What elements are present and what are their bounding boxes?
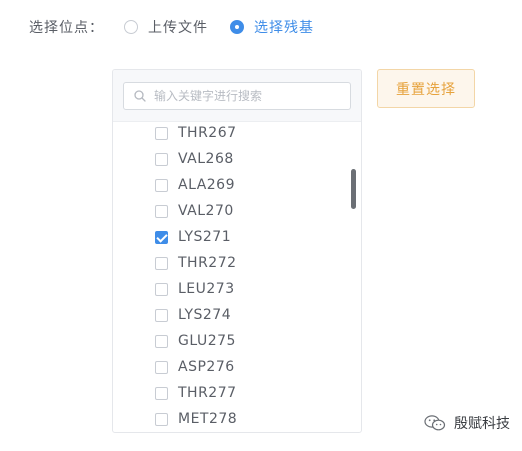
residue-label: LYS271 <box>178 229 232 245</box>
list-item[interactable]: VAL268 <box>113 146 343 172</box>
residue-label: GLU275 <box>178 333 236 349</box>
list-item[interactable]: ALA269 <box>113 172 343 198</box>
list-item[interactable]: MET278 <box>113 406 343 432</box>
list-item[interactable]: ASP276 <box>113 354 343 380</box>
residue-label: THR267 <box>178 125 237 141</box>
checkbox[interactable] <box>155 204 168 218</box>
watermark-text: 殷赋科技 <box>454 416 510 432</box>
residue-label: LEU273 <box>178 281 235 297</box>
checkbox-checked[interactable] <box>155 230 168 244</box>
radio-upload-file-circle[interactable] <box>124 20 138 34</box>
checkbox[interactable] <box>155 256 168 270</box>
checkbox[interactable] <box>155 126 168 140</box>
checkbox[interactable] <box>155 334 168 348</box>
radio-upload-file-label: 上传文件 <box>148 20 208 36</box>
list-item[interactable]: GLU275 <box>113 328 343 354</box>
list-item[interactable]: THR272 <box>113 250 343 276</box>
list-item[interactable]: LYS271 <box>113 224 343 250</box>
checkbox[interactable] <box>155 360 168 374</box>
list-item[interactable]: THR267 <box>113 120 343 146</box>
checkbox[interactable] <box>155 308 168 322</box>
list-item[interactable]: VAL270 <box>113 198 343 224</box>
checkbox[interactable] <box>155 282 168 296</box>
reset-selection-button[interactable]: 重置选择 <box>377 69 475 108</box>
residue-label: THR277 <box>178 385 237 401</box>
checkbox[interactable] <box>155 412 168 426</box>
list-item[interactable]: THR277 <box>113 380 343 406</box>
radio-select-residue-label: 选择残基 <box>254 20 314 36</box>
site-selection-row: 选择位点： 上传文件 选择残基 <box>29 17 314 37</box>
residue-label: VAL268 <box>178 151 234 167</box>
radio-select-residue[interactable]: 选择残基 <box>230 17 314 37</box>
list-scrollbar[interactable] <box>351 169 356 209</box>
checkbox[interactable] <box>155 386 168 400</box>
search-input[interactable] <box>154 89 334 103</box>
radio-upload-file[interactable]: 上传文件 <box>124 17 208 37</box>
search-box[interactable] <box>123 82 351 110</box>
list-item[interactable]: LEU273 <box>113 276 343 302</box>
site-selection-label: 选择位点： <box>29 20 104 36</box>
checkbox[interactable] <box>155 178 168 192</box>
residue-label: VAL270 <box>178 203 234 219</box>
residue-label: ALA269 <box>178 177 235 193</box>
radio-select-residue-circle[interactable] <box>230 20 244 34</box>
residue-select-panel: THR267 VAL268 ALA269 VAL270 LYS271 THR27… <box>112 69 362 433</box>
search-area <box>113 70 361 122</box>
residue-label: ASP276 <box>178 359 235 375</box>
residue-label: MET278 <box>178 411 238 427</box>
wechat-logo-icon <box>424 415 446 431</box>
residue-label: LYS274 <box>178 307 232 323</box>
checkbox[interactable] <box>155 152 168 166</box>
watermark: 殷赋科技 <box>424 413 510 433</box>
residue-label: THR272 <box>178 255 237 271</box>
list-item[interactable]: LYS274 <box>113 302 343 328</box>
search-icon <box>134 90 146 102</box>
